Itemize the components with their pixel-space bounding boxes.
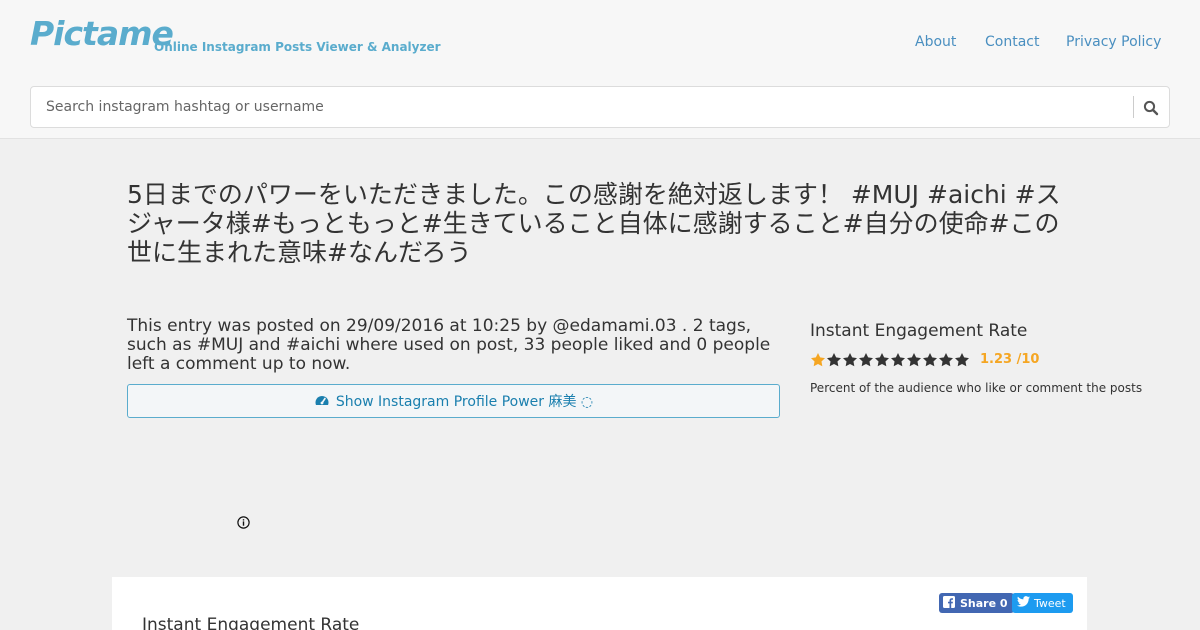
nav-link-privacy[interactable]: Privacy Policy <box>1066 34 1161 50</box>
star-icon <box>922 352 938 368</box>
engagement-card: Share 0 Tweet Instant Engagement Rate <box>112 577 1087 630</box>
tweet-label: Tweet <box>1034 596 1066 610</box>
twitter-bird-icon <box>1017 596 1030 610</box>
facebook-icon <box>943 595 955 611</box>
site-logo[interactable]: Pictame <box>30 14 174 53</box>
search-divider <box>1133 96 1134 118</box>
site-tagline: Online Instagram Posts Viewer & Analyzer <box>154 40 441 54</box>
star-icon <box>826 352 842 368</box>
engagement-rate-score: 1.23 /10 <box>980 352 1040 367</box>
star-filled-icon <box>810 352 826 368</box>
search-input[interactable] <box>31 87 1131 127</box>
nav-link-about[interactable]: About <box>915 34 956 50</box>
star-icon <box>890 352 906 368</box>
post-description: This entry was posted on 29/09/2016 at 1… <box>127 316 771 374</box>
search-bar <box>30 86 1170 128</box>
show-profile-power-label: Show Instagram Profile Power 麻美 ◌ <box>335 394 594 410</box>
engagement-star-rating <box>810 352 970 368</box>
star-icon <box>858 352 874 368</box>
facebook-share-label: Share 0 <box>960 596 1008 610</box>
dashboard-gauge-icon <box>314 393 330 409</box>
nav-link-contact[interactable]: Contact <box>985 34 1039 50</box>
card-engagement-title: Instant Engagement Rate <box>142 615 360 630</box>
show-profile-power-button[interactable]: Show Instagram Profile Power 麻美 ◌ <box>127 384 780 418</box>
facebook-share-button[interactable]: Share 0 <box>939 593 1014 613</box>
engagement-rate-title: Instant Engagement Rate <box>810 321 1028 341</box>
star-icon <box>842 352 858 368</box>
search-icon[interactable] <box>1139 95 1163 119</box>
ad-info-icon[interactable] <box>237 514 250 529</box>
star-icon <box>874 352 890 368</box>
site-header: Pictame Online Instagram Posts Viewer & … <box>0 0 1200 139</box>
star-icon <box>906 352 922 368</box>
engagement-rate-subtitle: Percent of the audience who like or comm… <box>810 381 1143 395</box>
post-title: 5日までのパワーをいただきました。この感謝を絶対返します！ #MUJ #aich… <box>127 180 1061 267</box>
star-icon <box>938 352 954 368</box>
star-icon <box>954 352 970 368</box>
tweet-button[interactable]: Tweet <box>1012 593 1073 613</box>
